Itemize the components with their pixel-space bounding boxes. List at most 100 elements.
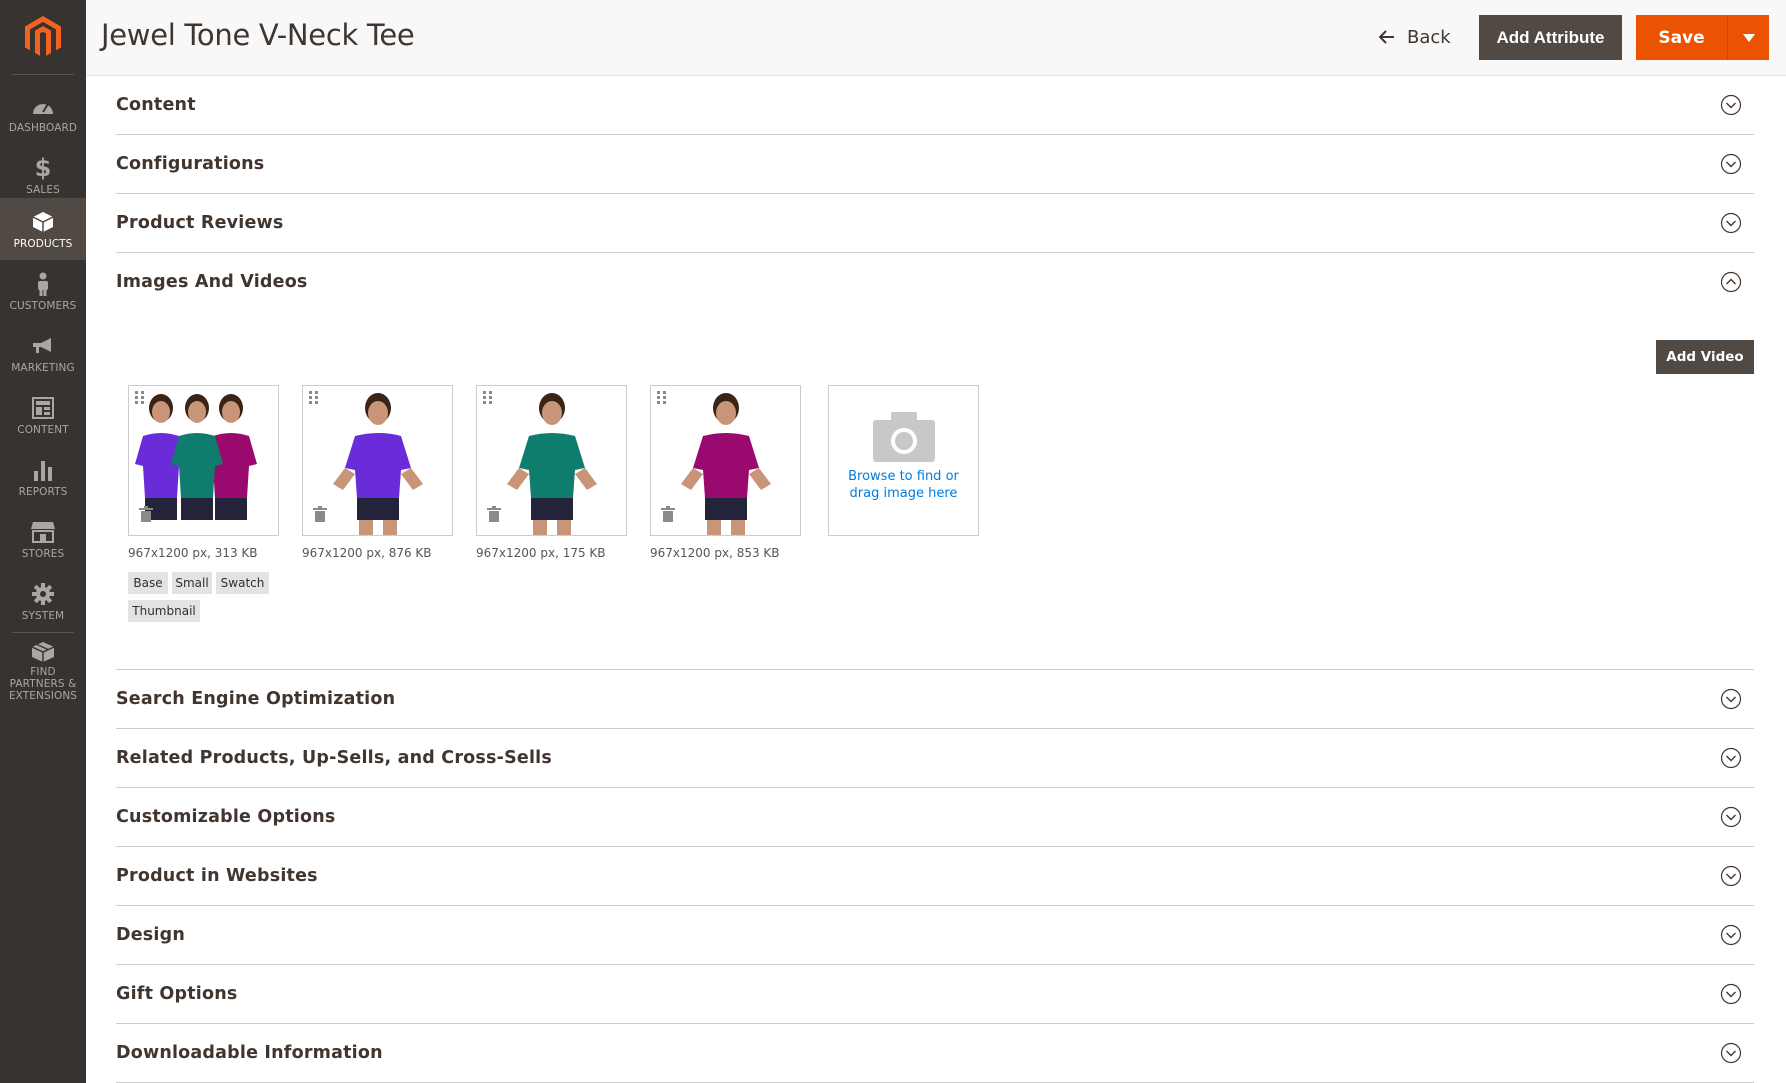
chevron-down-icon bbox=[1720, 983, 1742, 1005]
trash-icon[interactable] bbox=[661, 506, 675, 522]
browse-text-line: Browse to find or bbox=[848, 469, 959, 484]
trash-icon[interactable] bbox=[487, 506, 501, 522]
megaphone-icon bbox=[30, 333, 56, 359]
sidebar-item-label: Content bbox=[17, 423, 69, 436]
save-button-group: Save bbox=[1636, 15, 1769, 60]
sidebar-divider bbox=[12, 74, 74, 75]
section-gift-options[interactable]: Gift Options bbox=[116, 965, 1754, 1024]
section-product-reviews[interactable]: Product Reviews bbox=[116, 194, 1754, 253]
product-image-thumb[interactable] bbox=[650, 385, 801, 536]
section-product-in-websites[interactable]: Product in Websites bbox=[116, 847, 1754, 906]
sidebar-item-reports[interactable]: Reports bbox=[0, 446, 86, 508]
product-image-thumb[interactable] bbox=[476, 385, 627, 536]
chevron-down-icon bbox=[1720, 153, 1742, 175]
magento-logo[interactable] bbox=[0, 0, 86, 74]
section-seo[interactable]: Search Engine Optimization bbox=[116, 670, 1754, 729]
caret-down-icon bbox=[1742, 33, 1755, 42]
page-title: Jewel Tone V-Neck Tee bbox=[101, 18, 415, 52]
sidebar-item-products[interactable]: Products bbox=[0, 198, 86, 260]
image-meta: 967x1200 px, 313 KB bbox=[128, 546, 258, 560]
gear-icon bbox=[30, 581, 56, 607]
bar-chart-icon bbox=[30, 457, 56, 483]
chevron-down-icon bbox=[1720, 1042, 1742, 1064]
camera-icon bbox=[872, 412, 935, 462]
sidebar-divider bbox=[12, 632, 74, 633]
layout-icon bbox=[30, 395, 56, 421]
sidebar-item-label: Marketing bbox=[11, 361, 75, 374]
save-options-toggle[interactable] bbox=[1728, 15, 1769, 60]
product-image-thumb[interactable] bbox=[302, 385, 453, 536]
sidebar-item-sales[interactable]: $ Sales bbox=[0, 144, 86, 206]
dashboard-icon bbox=[30, 93, 56, 119]
sidebar-item-customers[interactable]: Customers bbox=[0, 260, 86, 322]
drag-handle-icon[interactable] bbox=[483, 391, 493, 407]
section-content[interactable]: Content bbox=[116, 76, 1754, 135]
trash-icon[interactable] bbox=[139, 506, 153, 522]
trash-icon[interactable] bbox=[313, 506, 327, 522]
section-title: Related Products, Up-Sells, and Cross-Se… bbox=[116, 748, 552, 768]
arrow-left-icon bbox=[1379, 30, 1394, 44]
image-meta: 967x1200 px, 853 KB bbox=[650, 546, 780, 560]
sidebar-item-dashboard[interactable]: Dashboard bbox=[0, 82, 86, 144]
chevron-up-icon bbox=[1720, 271, 1742, 293]
person-icon bbox=[30, 271, 56, 297]
section-header[interactable]: Images And Videos bbox=[116, 253, 1754, 311]
section-title: Content bbox=[116, 95, 196, 115]
cube-icon bbox=[30, 209, 56, 235]
section-title: Customizable Options bbox=[116, 807, 336, 827]
product-image-thumb[interactable] bbox=[128, 385, 279, 536]
section-title: Images And Videos bbox=[116, 272, 308, 292]
sidebar-item-marketing[interactable]: Marketing bbox=[0, 322, 86, 384]
sidebar-item-label: Stores bbox=[21, 547, 65, 560]
sidebar-item-content[interactable]: Content bbox=[0, 384, 86, 446]
save-button[interactable]: Save bbox=[1636, 15, 1728, 60]
chevron-down-icon bbox=[1720, 865, 1742, 887]
storefront-icon bbox=[30, 519, 56, 545]
add-video-button[interactable]: Add Video bbox=[1656, 340, 1754, 374]
image-meta: 967x1200 px, 175 KB bbox=[476, 546, 606, 560]
chevron-down-icon bbox=[1720, 924, 1742, 946]
image-upload-dropzone[interactable]: Browse to find or drag image here bbox=[828, 385, 979, 536]
back-button-label: Back bbox=[1407, 26, 1451, 48]
sidebar-item-label: Reports bbox=[18, 485, 68, 498]
sidebar-item-find-partners[interactable]: Find Partners & Extensions bbox=[0, 640, 86, 702]
section-title: Gift Options bbox=[116, 984, 238, 1004]
chevron-down-icon bbox=[1720, 806, 1742, 828]
dollar-icon: $ bbox=[34, 153, 52, 182]
image-role-badge: Base bbox=[128, 572, 168, 594]
sidebar-item-stores[interactable]: Stores bbox=[0, 508, 86, 570]
chevron-down-icon bbox=[1720, 688, 1742, 710]
magento-logo-icon bbox=[25, 16, 61, 56]
browse-text-line: drag image here bbox=[849, 486, 958, 501]
section-configurations[interactable]: Configurations bbox=[116, 135, 1754, 194]
sidebar-item-system[interactable]: System bbox=[0, 570, 86, 632]
add-attribute-button[interactable]: Add Attribute bbox=[1479, 15, 1622, 60]
section-downloadable-information[interactable]: Downloadable Information bbox=[116, 1024, 1754, 1083]
drag-handle-icon[interactable] bbox=[135, 391, 145, 407]
chevron-down-icon bbox=[1720, 212, 1742, 234]
section-related-products[interactable]: Related Products, Up-Sells, and Cross-Se… bbox=[116, 729, 1754, 788]
image-role-badge: Small bbox=[172, 572, 212, 594]
page-header: Jewel Tone V-Neck Tee Back Add Attribute… bbox=[86, 0, 1786, 76]
chevron-down-icon bbox=[1720, 94, 1742, 116]
sidebar-item-label: Find Partners & Extensions bbox=[8, 666, 78, 702]
admin-sidebar: Dashboard $ Sales Products Customers Mar… bbox=[0, 0, 86, 1083]
image-role-badge: Thumbnail bbox=[128, 600, 200, 622]
section-title: Product in Websites bbox=[116, 866, 318, 886]
back-button[interactable]: Back bbox=[1379, 22, 1451, 52]
image-role-badge: Swatch bbox=[216, 572, 269, 594]
drag-handle-icon[interactable] bbox=[309, 391, 319, 407]
chevron-down-icon bbox=[1720, 747, 1742, 769]
sidebar-item-label: Products bbox=[13, 237, 73, 250]
sidebar-item-label: Customers bbox=[9, 299, 77, 312]
image-meta: 967x1200 px, 876 KB bbox=[302, 546, 432, 560]
box-icon bbox=[30, 640, 56, 663]
browse-link[interactable]: Browse to find or drag image here bbox=[848, 468, 959, 502]
section-design[interactable]: Design bbox=[116, 906, 1754, 965]
section-customizable-options[interactable]: Customizable Options bbox=[116, 788, 1754, 847]
section-title: Design bbox=[116, 925, 185, 945]
section-title: Search Engine Optimization bbox=[116, 689, 396, 709]
sidebar-item-label: Sales bbox=[26, 183, 60, 196]
section-title: Configurations bbox=[116, 154, 265, 174]
drag-handle-icon[interactable] bbox=[657, 391, 667, 407]
